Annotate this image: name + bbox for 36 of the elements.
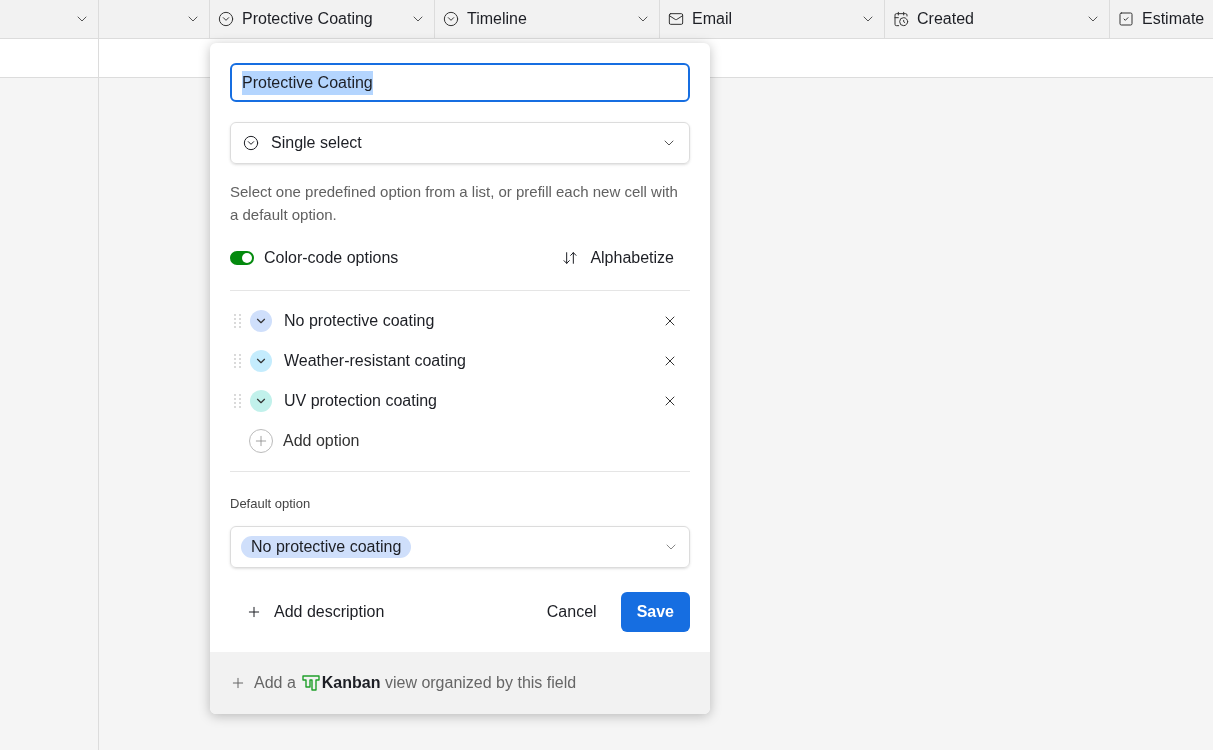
calendar-icon: [893, 11, 909, 27]
mail-icon: [668, 11, 684, 27]
add-description-button[interactable]: Add description: [230, 599, 385, 624]
column-header[interactable]: Estimate: [1110, 0, 1213, 38]
option-chip: No protective coating: [241, 535, 412, 558]
save-button[interactable]: Save: [620, 591, 690, 632]
cancel-button[interactable]: Cancel: [530, 591, 613, 632]
alphabetize-button[interactable]: Alphabetize: [562, 246, 674, 270]
name-field[interactable]: Protective Coating: [230, 63, 690, 102]
drag-handle-icon[interactable]: [234, 314, 242, 328]
add-option-button[interactable]: Add option: [230, 421, 690, 461]
field-type-dropdown[interactable]: Single select: [230, 122, 690, 164]
drag-handle-icon[interactable]: [234, 394, 242, 408]
column-header[interactable]: Protective Coating: [210, 0, 435, 38]
drag-handle-icon[interactable]: [234, 354, 242, 368]
default-option-dropdown[interactable]: No protective coating: [230, 525, 690, 568]
column-header[interactable]: Created: [885, 0, 1110, 38]
kanban-link-text[interactable]: Kanban view organized by this field: [321, 670, 577, 695]
option-label[interactable]: UV protection coating: [284, 389, 437, 413]
kanban-icon: [301, 674, 320, 691]
select-icon: [218, 11, 234, 27]
option-label[interactable]: No protective coating: [284, 309, 435, 333]
sort-icon: [562, 250, 579, 266]
field-type-description: Select one predefined option from a list, or prefill each new cell with a default option.: [230, 182, 679, 225]
select-icon: [443, 11, 459, 27]
color-code-toggle[interactable]: [230, 251, 254, 265]
toggle-label: Color-code options: [264, 248, 399, 268]
plus-icon: [253, 433, 269, 449]
footer-prefix: Add a: [254, 672, 296, 693]
default-option-label: Default option: [230, 495, 312, 513]
option-label[interactable]: Weather-resistant coating: [284, 349, 466, 373]
select-icon: [243, 135, 259, 151]
column-header[interactable]: Email: [660, 0, 885, 38]
checkbox-icon: [1118, 11, 1134, 27]
table-cell[interactable]: [0, 39, 99, 78]
column-header[interactable]: Timeline: [435, 0, 660, 38]
